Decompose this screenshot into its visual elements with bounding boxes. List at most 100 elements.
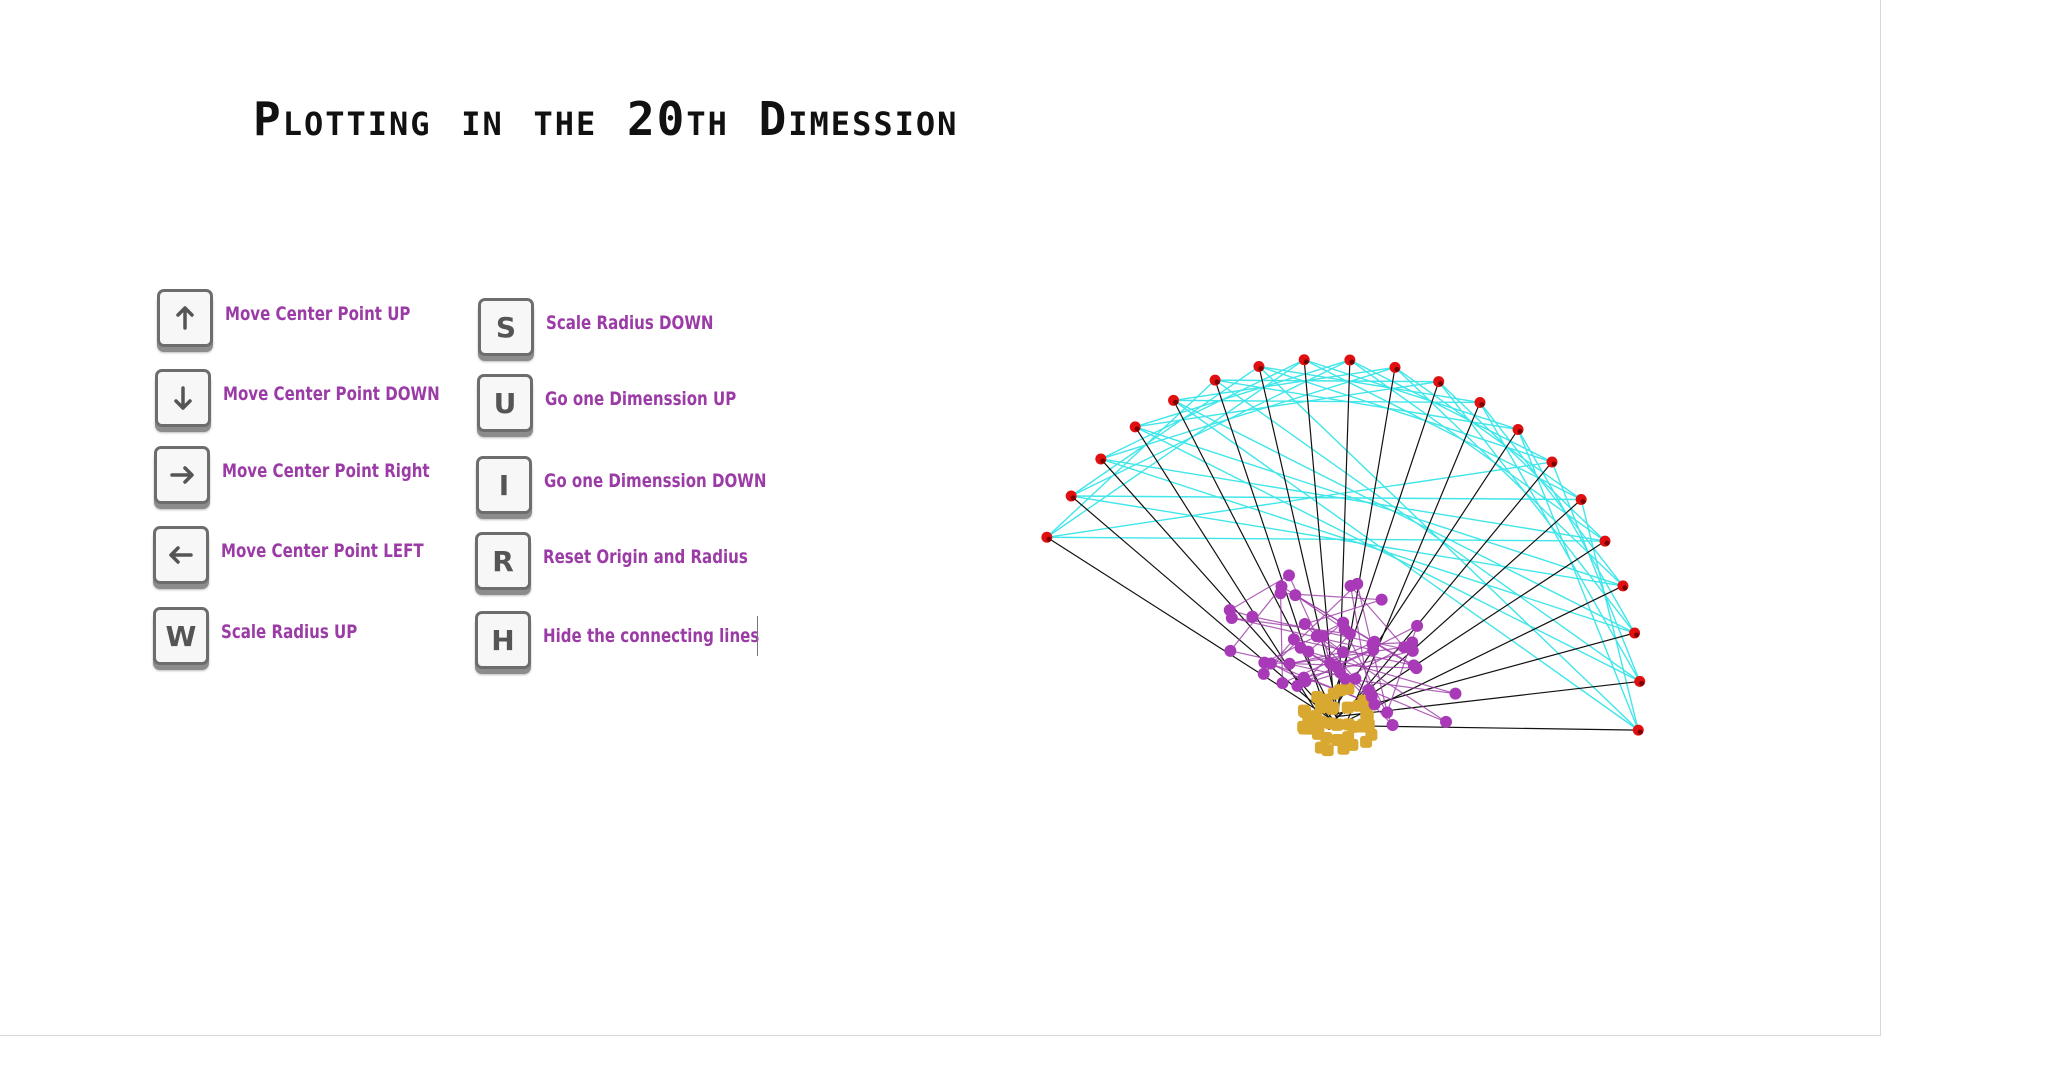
center-point [1311,727,1324,740]
projected-point [1294,641,1307,654]
axis-point [1095,453,1107,465]
center-point [1330,718,1343,731]
connecting-line [1215,379,1439,383]
axis-point-shadow [1517,428,1523,434]
projected-point [1365,690,1378,703]
drawing-canvas[interactable]: Plotting in the 20th Dimession Move Cent… [0,0,1881,1036]
axis-point-shadow [1100,458,1106,464]
axis-point [1041,531,1053,543]
axis-line [1214,379,1332,726]
projected-point [1324,657,1337,670]
center-point [1314,701,1327,714]
axis-line [1343,461,1553,715]
connecting-line [1070,365,1260,497]
axis-point-shadow [1622,585,1628,591]
axis-point-shadow [1479,401,1485,407]
axis-point [1632,724,1644,736]
projected-point [1351,577,1364,590]
projected-point [1368,635,1381,648]
connecting-line [1438,381,1606,542]
axis-point [1546,456,1558,468]
projected-point [1343,627,1356,640]
axis-point [1344,354,1356,366]
axis-point-shadow [1070,495,1076,501]
center-point [1337,742,1350,755]
connecting-line [1517,429,1639,731]
projected-point [1299,675,1312,688]
connecting-line [1071,495,1582,501]
connecting-line [1349,359,1553,463]
projected-point [1246,610,1259,623]
axis-point-shadow [1303,359,1309,365]
axis-point [1512,423,1524,435]
projected-point [1264,657,1277,670]
center-point [1297,704,1310,717]
axis-point [1617,580,1629,592]
axis-point [1389,361,1401,373]
projected-point [1411,619,1424,632]
projected-point [1282,569,1295,582]
axis-point [1168,394,1180,406]
projected-point [1223,604,1236,617]
connecting-line [1394,366,1582,501]
axis-point-shadow [1580,499,1586,505]
connecting-line [1134,359,1351,428]
axis-point [1575,494,1587,506]
projected-point [1283,657,1296,670]
axis-point [1298,354,1310,366]
center-point [1341,701,1354,714]
axis-line [1070,495,1328,716]
axis-point [1129,421,1141,433]
axis-point-shadow [1438,381,1444,387]
projected-point [1406,644,1419,657]
axis-point-shadow [1173,399,1179,405]
connecting-line [1134,426,1624,587]
projected-point [1407,659,1420,672]
connecting-line [1258,365,1639,731]
center-point [1334,684,1347,697]
axis-point [1433,376,1445,388]
dimension-plot [1041,354,1646,757]
projected-point [1289,589,1302,602]
axis-point [1474,396,1486,408]
connecting-line [1100,458,1635,634]
projected-point [1381,706,1394,719]
projected-point [1449,687,1462,700]
axis-point-shadow [1258,365,1264,371]
axis-point [1634,675,1646,687]
connecting-line [1517,429,1636,634]
center-point [1321,744,1334,757]
axis-point [1599,535,1611,547]
projected-point [1257,667,1270,680]
axis-point [1629,627,1641,639]
projected-point [1386,719,1399,732]
axis-point-shadow [1634,632,1640,638]
center-point [1297,720,1310,733]
projected-point [1440,715,1453,728]
connecting-line [1100,458,1606,542]
projected-point [1276,677,1289,690]
connecting-line [1046,461,1553,538]
connecting-line [1479,402,1624,587]
center-point [1360,735,1373,748]
axis-point-shadow [1604,540,1610,546]
axis-point-shadow [1551,461,1557,467]
axis-point-shadow [1134,426,1140,432]
axis-point-shadow [1214,379,1220,385]
axis-point-shadow [1349,359,1355,365]
axis-point [1065,490,1077,502]
connecting-line [1551,461,1641,682]
projected-point [1334,666,1347,679]
center-point [1356,698,1369,711]
center-point [1327,701,1340,714]
projected-point [1349,672,1362,685]
axis-point [1209,374,1221,386]
connecting-line [1173,399,1635,634]
axis-point [1253,360,1265,372]
projected-point [1375,593,1388,606]
projected-point [1298,618,1311,631]
projected-point [1224,644,1237,657]
center-point [1347,720,1360,733]
projected-point [1274,587,1287,600]
axis-point-shadow [1046,536,1052,542]
